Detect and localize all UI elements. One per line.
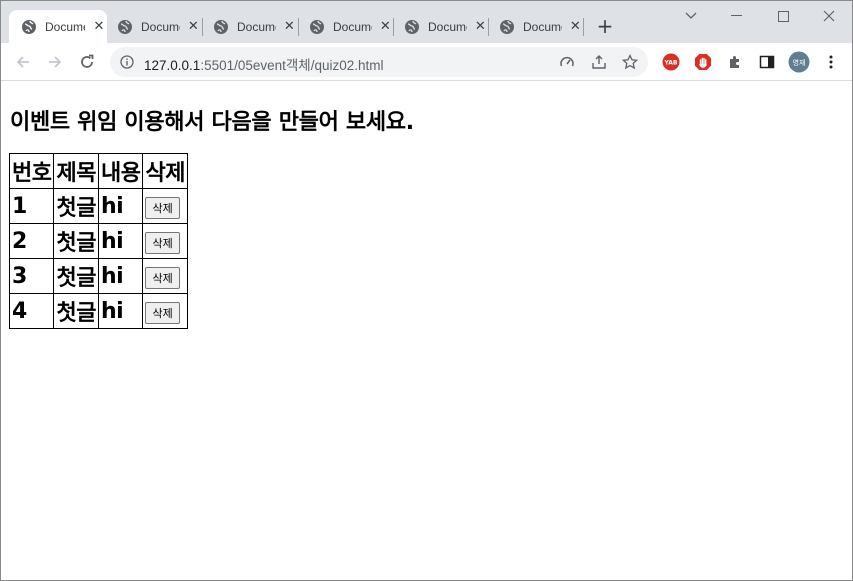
delete-button[interactable]: 삭제 bbox=[145, 197, 180, 219]
cell-content: hi bbox=[97, 223, 144, 259]
tab-title: Document bbox=[45, 19, 85, 34]
cell-title: 첫글 bbox=[53, 293, 99, 329]
performance-gauge-icon[interactable] bbox=[559, 54, 575, 70]
tab-document-1[interactable]: Document ✕ bbox=[9, 10, 107, 43]
tab-title: Document bbox=[333, 19, 372, 34]
cell-content: hi bbox=[97, 258, 144, 294]
cell-num: 4 bbox=[8, 293, 55, 329]
globe-icon bbox=[404, 19, 420, 35]
delete-button[interactable]: 삭제 bbox=[145, 267, 180, 289]
tab-document-4[interactable]: Document ✕ bbox=[297, 10, 393, 43]
globe-icon bbox=[117, 19, 133, 35]
page-content: 이벤트 위임 이용해서 다음을 만들어 보세요. 번호 제목 내용 삭제 1 첫… bbox=[1, 81, 852, 580]
post-table: 번호 제목 내용 삭제 1 첫글 hi 삭제 2 첫글 hi 삭제 3 첫글 h… bbox=[8, 153, 188, 329]
tab-document-6[interactable]: Document ✕ bbox=[487, 10, 583, 43]
tab-separator bbox=[583, 18, 584, 36]
extensions-puzzle-icon[interactable] bbox=[725, 52, 745, 72]
tab-title: Document bbox=[237, 19, 276, 34]
cell-title: 첫글 bbox=[53, 188, 99, 224]
address-bar[interactable]: 127.0.0.1:5501/05event객체/quiz02.html bbox=[110, 47, 648, 77]
tab-document-3[interactable]: Document ✕ bbox=[201, 10, 297, 43]
new-tab-button[interactable]: + bbox=[595, 16, 615, 36]
close-tab-icon[interactable]: ✕ bbox=[378, 19, 393, 35]
profile-avatar[interactable]: 영재 bbox=[787, 50, 811, 74]
globe-icon bbox=[213, 19, 229, 35]
tab-strip: Document ✕ Document ✕ Document ✕ Documen bbox=[1, 1, 852, 43]
forward-arrow-icon[interactable] bbox=[45, 52, 65, 72]
tab-document-5[interactable]: Document ✕ bbox=[392, 10, 488, 43]
header-delete: 삭제 bbox=[142, 153, 188, 189]
header-title: 제목 bbox=[53, 153, 99, 189]
close-window-icon[interactable] bbox=[817, 7, 841, 25]
maximize-icon[interactable] bbox=[771, 7, 795, 25]
url-path: :5501/05event객체/quiz02.html bbox=[200, 58, 384, 73]
minimize-icon[interactable] bbox=[725, 7, 749, 25]
menu-kebab-icon[interactable] bbox=[821, 52, 841, 72]
cell-num: 1 bbox=[8, 188, 55, 224]
header-num: 번호 bbox=[8, 153, 55, 189]
side-panel-icon[interactable] bbox=[757, 52, 777, 72]
adblock-extension-icon[interactable]: YAB bbox=[661, 52, 681, 72]
bookmark-star-icon[interactable] bbox=[622, 54, 638, 70]
delete-button[interactable]: 삭제 bbox=[145, 232, 180, 254]
cell-content: hi bbox=[97, 293, 144, 329]
url-text: 127.0.0.1:5501/05event객체/quiz02.html bbox=[144, 54, 384, 74]
tab-title: Document bbox=[428, 19, 467, 34]
browser-window: Document ✕ Document ✕ Document ✕ Documen bbox=[0, 0, 853, 581]
close-tab-icon[interactable]: ✕ bbox=[568, 19, 583, 35]
reload-icon[interactable] bbox=[77, 52, 97, 72]
cell-actions: 삭제 bbox=[142, 223, 188, 259]
cell-actions: 삭제 bbox=[142, 188, 188, 224]
table-row: 2 첫글 hi 삭제 bbox=[8, 223, 188, 259]
tab-search-icon[interactable] bbox=[679, 7, 703, 25]
globe-icon bbox=[309, 19, 325, 35]
table-header-row: 번호 제목 내용 삭제 bbox=[8, 153, 188, 189]
table-row: 4 첫글 hi 삭제 bbox=[8, 293, 188, 329]
page-heading: 이벤트 위임 이용해서 다음을 만들어 보세요. bbox=[10, 110, 414, 135]
cell-num: 2 bbox=[8, 223, 55, 259]
globe-icon bbox=[21, 19, 37, 35]
back-arrow-icon[interactable] bbox=[13, 52, 33, 72]
info-icon[interactable] bbox=[119, 54, 135, 70]
cell-num: 3 bbox=[8, 258, 55, 294]
url-host: 127.0.0.1 bbox=[144, 58, 201, 73]
stop-hand-extension-icon[interactable] bbox=[693, 52, 713, 72]
cell-title: 첫글 bbox=[53, 258, 99, 294]
adblock-label: YAB bbox=[664, 60, 678, 67]
tab-document-2[interactable]: Document ✕ bbox=[105, 10, 201, 43]
close-tab-icon[interactable]: ✕ bbox=[473, 19, 488, 35]
tab-title: Document bbox=[141, 19, 180, 34]
cell-actions: 삭제 bbox=[142, 293, 188, 329]
globe-icon bbox=[499, 19, 515, 35]
delete-button[interactable]: 삭제 bbox=[145, 302, 180, 324]
table-row: 1 첫글 hi 삭제 bbox=[8, 188, 188, 224]
table-row: 3 첫글 hi 삭제 bbox=[8, 258, 188, 294]
cell-actions: 삭제 bbox=[142, 258, 188, 294]
header-content: 내용 bbox=[97, 153, 144, 189]
share-icon[interactable] bbox=[591, 54, 607, 70]
cell-title: 첫글 bbox=[53, 223, 99, 259]
close-tab-icon[interactable]: ✕ bbox=[186, 19, 201, 35]
cell-content: hi bbox=[97, 188, 144, 224]
close-tab-icon[interactable]: ✕ bbox=[282, 19, 297, 35]
tab-title: Document bbox=[523, 19, 562, 34]
profile-label: 영재 bbox=[793, 58, 806, 67]
